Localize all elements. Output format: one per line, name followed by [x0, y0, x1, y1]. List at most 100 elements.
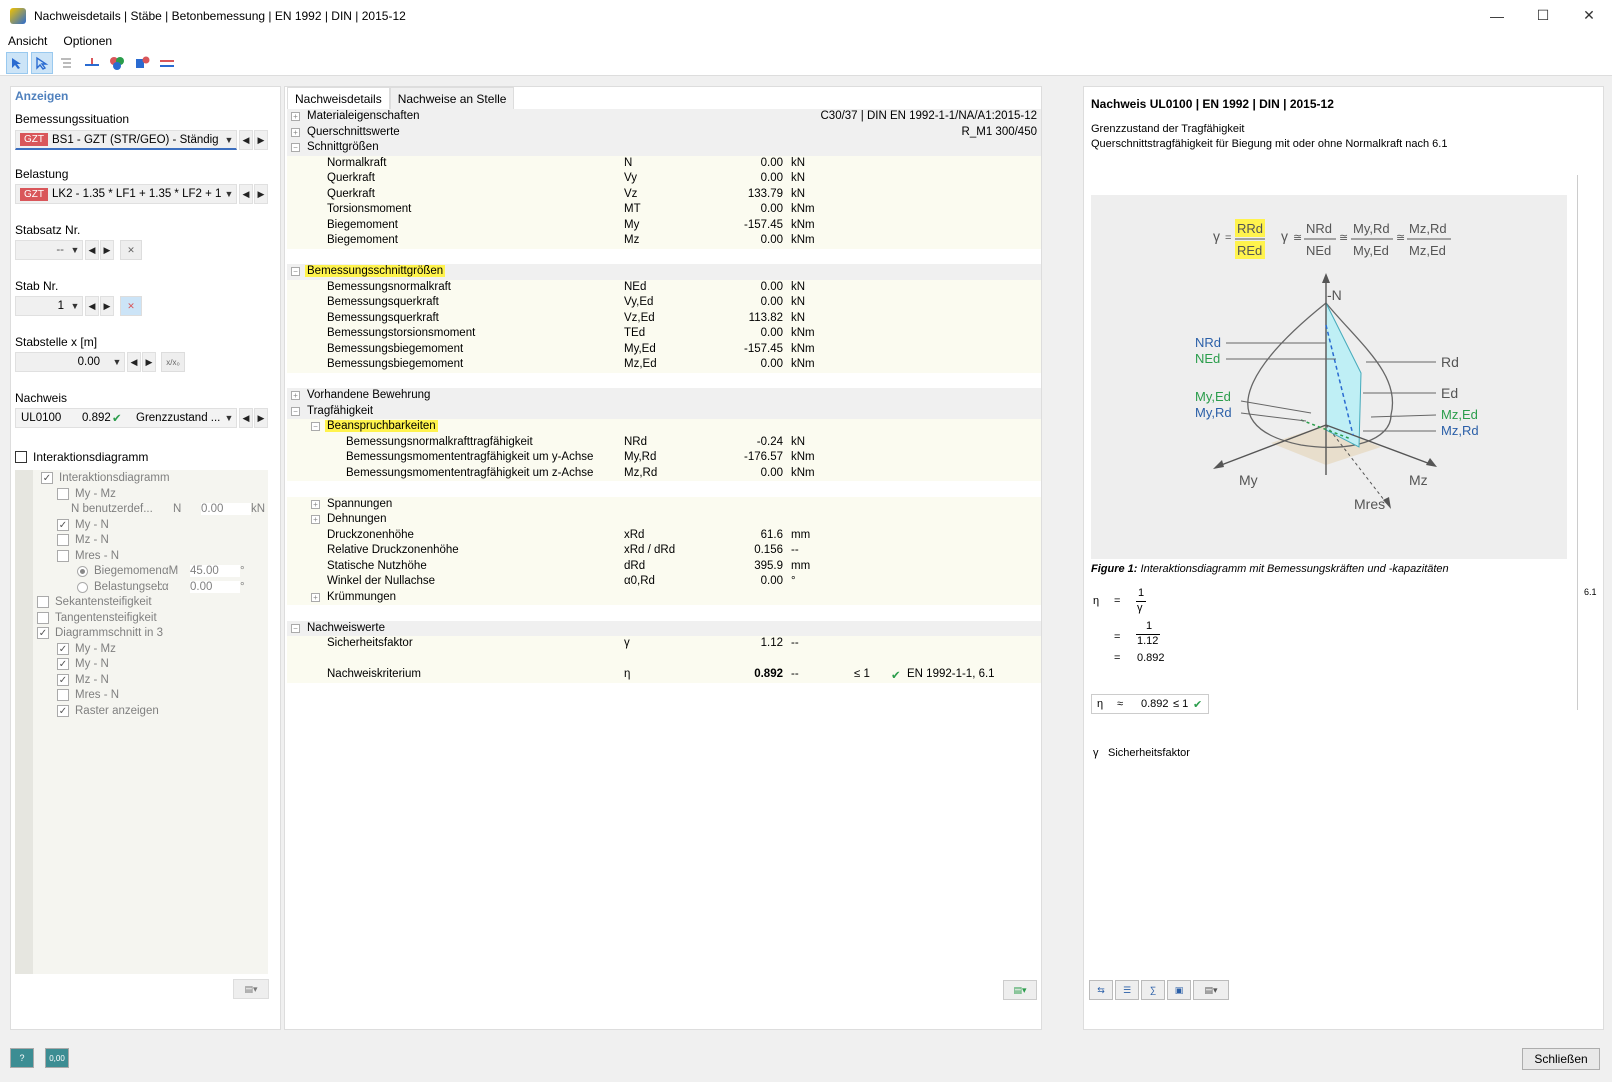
navigate-icon[interactable]: ⇆ [1089, 980, 1113, 1000]
tree-item[interactable]: Raster anzeigen [57, 703, 159, 719]
tree-item[interactable]: My - Mz [57, 641, 116, 657]
svg-text:Mz,Rd: Mz,Rd [1409, 221, 1447, 236]
tree-item[interactable]: My - Mz [57, 486, 116, 502]
eq-eta: η [1093, 595, 1100, 607]
menu-view[interactable]: Ansicht [0, 34, 55, 48]
section-row[interactable]: + Vorhandene Bewehrung [287, 388, 1041, 404]
units-icon[interactable]: 0,00 [45, 1048, 69, 1068]
tree-item[interactable]: Diagrammschnitt in 3 [37, 625, 163, 641]
prev-check-button[interactable]: ◀ [239, 408, 253, 428]
tree-item[interactable]: Sekantensteifigkeit [37, 594, 152, 610]
tree-item[interactable]: Belastungseb α 0.00 ° [77, 579, 245, 595]
section-row[interactable]: − Bemessungsschnittgrößen [287, 264, 1041, 280]
table-row: Bemessungsnormalkrafttragfähigkeit NRd -0.… [287, 434, 1041, 450]
relative-location-button[interactable]: x/x₀ [161, 352, 185, 372]
print-icon[interactable]: ▤▾ [1193, 980, 1229, 1000]
interaction-checkbox[interactable] [15, 451, 27, 463]
table-row: Bemessungsquerkraft Vy,Ed 0.00 kN [287, 295, 1041, 311]
tab-check-details[interactable]: Nachweisdetails [287, 87, 390, 109]
tree-item[interactable]: My - N [57, 656, 109, 672]
maximize-button[interactable]: ☐ [1520, 0, 1566, 31]
tree-item[interactable]: Mres - N [57, 687, 119, 703]
table-row: Bemessungsbiegemoment Mz,Ed 0.00 kNm [287, 357, 1041, 373]
loading-select[interactable]: GZT LK2 - 1.35 * LF1 + 1.35 * LF2 + 1...… [15, 184, 237, 204]
help-icon[interactable]: ? [10, 1048, 34, 1068]
svg-text:NRd: NRd [1306, 221, 1332, 236]
close-window-button[interactable]: ✕ [1566, 0, 1612, 31]
section-row[interactable]: + Krümmungen [287, 589, 1041, 605]
color-scale-icon[interactable] [106, 52, 128, 74]
member-set-select[interactable]: -- ▼ [15, 240, 83, 260]
tree-item[interactable]: Mz - N [57, 532, 109, 548]
section-row[interactable]: + Dehnungen [287, 512, 1041, 528]
prev-situation-button[interactable]: ◀ [239, 130, 253, 150]
tree-item[interactable]: Interaktionsdiagramm [41, 470, 170, 486]
prev-loading-button[interactable]: ◀ [239, 184, 253, 204]
check-ok-icon: ✔ [1193, 698, 1203, 711]
section-row[interactable]: − Beanspruchbarkeiten [287, 419, 1041, 435]
formula-icon[interactable]: ∑ [1141, 980, 1165, 1000]
svg-text:Mz: Mz [1409, 472, 1428, 488]
section-row[interactable]: − Schnittgrößen [287, 140, 1041, 156]
design-situation-select[interactable]: GZT BS1 - GZT (STR/GEO) - Ständig u... ▼ [15, 130, 237, 150]
interaction-diagram-toggle[interactable]: Interaktionsdiagramm [15, 450, 148, 464]
section-row[interactable]: + Querschnittswerte R_M1 300/450 [287, 124, 1041, 140]
table-row: Nachweiskriterium η 0.892 -- ≤ 1 ✔ EN 1992-1-1… [287, 667, 1041, 683]
legend-text: Sicherheitsfaktor [1108, 747, 1190, 759]
section-icon[interactable] [156, 52, 178, 74]
spacer-row [287, 605, 1041, 621]
interaction-diagram-figure: γ = RRd REd γ ≅ NRd NEd ≅ My,Rd My,Ed ≅ … [1091, 195, 1567, 559]
location-select[interactable]: 0.00 ▼ [15, 352, 125, 372]
frame-icon[interactable]: ▣ [1167, 980, 1191, 1000]
section-row[interactable]: − Nachweiswerte [287, 620, 1041, 636]
export-icon[interactable]: ▤▾ [1003, 980, 1037, 1000]
member-select[interactable]: 1 ▼ [15, 296, 83, 316]
svg-text:NEd: NEd [1195, 351, 1220, 366]
select-icon[interactable] [6, 52, 28, 74]
svg-text:-N: -N [1327, 287, 1342, 303]
spacer-row [287, 373, 1041, 389]
list-icon[interactable]: ☰ [1115, 980, 1139, 1000]
menu-bar: Ansicht Optionen [0, 31, 1612, 51]
section-row[interactable]: + Materialeigenschaften C30/37 | DIN EN 19… [287, 109, 1041, 125]
next-member-set-button[interactable]: ▶ [100, 240, 114, 260]
warning-icon[interactable] [131, 52, 153, 74]
section-row[interactable]: − Tragfähigkeit [287, 403, 1041, 419]
select-alt-icon[interactable] [31, 52, 53, 74]
next-member-button[interactable]: ▶ [100, 296, 114, 316]
table-row: Bemessungsmomententragfähigkeit um y-Ach… [287, 450, 1041, 466]
pick-member-set-icon[interactable]: ✕ [120, 240, 142, 260]
uls-badge: GZT [20, 187, 48, 201]
tree-icon[interactable] [56, 52, 78, 74]
minimize-button[interactable]: — [1474, 0, 1520, 31]
tree-item[interactable]: My - N [57, 517, 109, 533]
prev-member-button[interactable]: ◀ [85, 296, 99, 316]
chevron-down-icon: ▼ [70, 301, 80, 311]
interaction-diagram-svg: γ = RRd REd γ ≅ NRd NEd ≅ My,Rd My,Ed ≅ … [1195, 219, 1479, 512]
prev-member-set-button[interactable]: ◀ [85, 240, 99, 260]
print-icon[interactable]: ▤▾ [233, 979, 269, 999]
next-situation-button[interactable]: ▶ [254, 130, 268, 150]
tree-item[interactable]: Biegemoment αM 45.00 ° [77, 563, 245, 579]
table-row: Torsionsmoment MT 0.00 kNm [287, 202, 1041, 218]
close-button[interactable]: Schließen [1522, 1048, 1600, 1070]
pick-member-icon[interactable]: ✕ [120, 296, 142, 316]
svg-text:≅: ≅ [1339, 232, 1348, 244]
prev-location-button[interactable]: ◀ [127, 352, 141, 372]
loading-label: Belastung [15, 167, 69, 181]
section-row[interactable]: + Spannungen [287, 496, 1041, 512]
member-label: Stab Nr. [15, 279, 59, 293]
menu-options[interactable]: Optionen [55, 34, 120, 48]
tree-item[interactable]: Tangentensteifigkeit [37, 610, 157, 626]
next-check-button[interactable]: ▶ [254, 408, 268, 428]
location-label: Stabstelle x [m] [15, 335, 98, 349]
check-select[interactable]: UL0100 0.892 ✔ Grenzzustand ... ▼ [15, 408, 237, 428]
next-location-button[interactable]: ▶ [142, 352, 156, 372]
svg-text:Mz,Ed: Mz,Ed [1409, 243, 1446, 258]
member-icon[interactable] [81, 52, 103, 74]
tree-item[interactable]: Mz - N [57, 672, 109, 688]
next-loading-button[interactable]: ▶ [254, 184, 268, 204]
tab-checks-at-location[interactable]: Nachweise an Stelle [389, 87, 515, 109]
table-row: Biegemoment Mz 0.00 kNm [287, 233, 1041, 249]
tree-item[interactable]: Mres - N [57, 548, 119, 564]
